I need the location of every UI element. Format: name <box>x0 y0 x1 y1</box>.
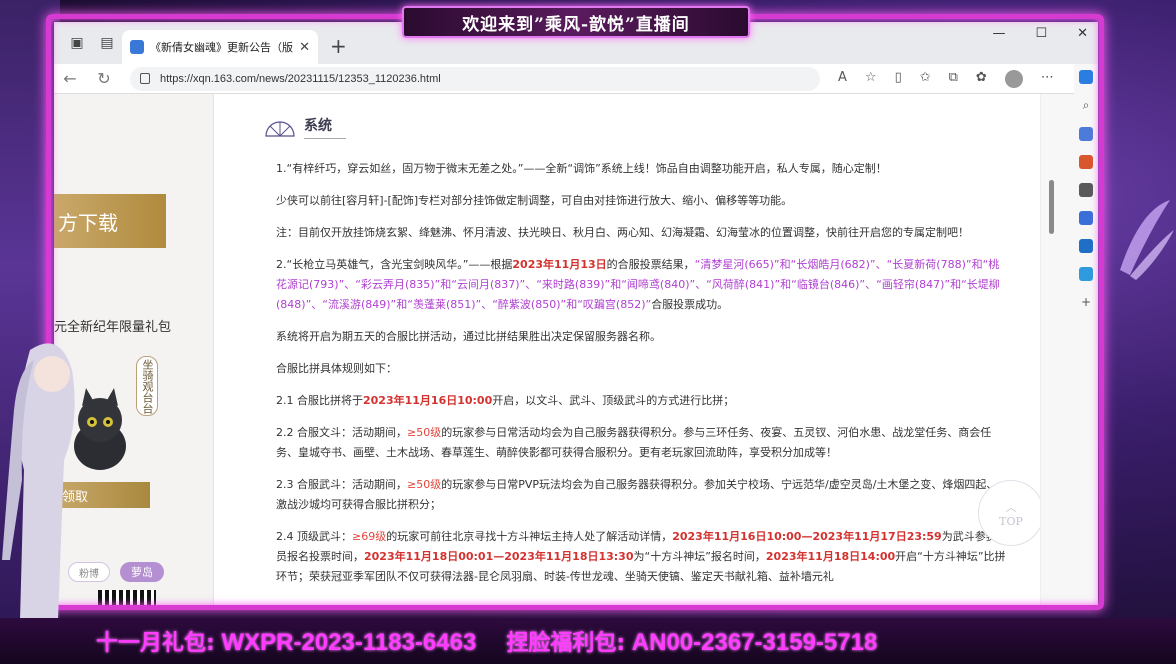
fan-icon <box>265 120 295 137</box>
favorites-icon[interactable]: ✩ <box>920 70 931 88</box>
gift-code: WXPR-2023-1183-6463 <box>221 629 477 656</box>
split-screen-icon[interactable]: ▯ <box>895 70 902 88</box>
extensions-icon[interactable]: ✿ <box>976 70 987 88</box>
favorite-star-icon[interactable]: ☆ <box>865 70 877 88</box>
section-header: 系统 <box>264 116 1008 139</box>
scrollbar[interactable] <box>1040 94 1074 606</box>
edge-sidebar: ⌕ + <box>1074 64 1098 606</box>
shopping-icon[interactable] <box>1079 127 1093 141</box>
add-icon[interactable]: + <box>1081 295 1091 309</box>
tab-active[interactable]: 《新倩女幽魂》更新公告（版本 ✕ <box>122 30 318 64</box>
gift-code-label: 十一月礼包: <box>96 631 215 656</box>
paragraph-4: 2.“长枪立马英雄气，含光宝剑映风华。”——根据2023年11月13日的合服投票… <box>276 258 1000 311</box>
m365-icon[interactable] <box>1079 211 1093 225</box>
outlook-icon[interactable] <box>1079 239 1093 253</box>
gift-code-group: 十一月礼包: WXPR-2023-1183-6463 <box>96 625 476 657</box>
qr-code <box>98 590 156 606</box>
tab-actions-icon[interactable]: ▤ <box>92 28 122 58</box>
games-icon[interactable] <box>1079 183 1093 197</box>
download-button[interactable]: 方下载 <box>54 194 166 248</box>
section-title: 系统 <box>304 116 346 139</box>
paragraph-10: 2.4 顶级武斗：≥69级的玩家可前往北京寻找十方斗神坛主持人处了解活动详情，2… <box>276 530 1008 583</box>
back-to-top-button[interactable]: ︿ TOP <box>978 480 1044 546</box>
page-content: 方下载 元全新纪年限量礼包 坐骑观台台 领取 粉博 萝岛 系统 1.“有梓纤巧，… <box>54 94 1064 606</box>
stream-bottom-bar: 十一月礼包: WXPR-2023-1183-6463 捏脸福利包: AN00-2… <box>0 618 1176 664</box>
site-favicon-icon <box>130 40 144 54</box>
url-text: https://xqn.163.com/news/20231115/12353_… <box>160 72 441 85</box>
address-bar-row: ← ↻ https://xqn.163.com/news/20231115/12… <box>54 64 1098 94</box>
collections-icon[interactable]: ⧉ <box>949 70 958 88</box>
paragraph-7: 2.1 合服比拼将于2023年11月16日10:00开启，以文斗、武斗、顶级武斗… <box>276 394 735 407</box>
new-tab-icon[interactable]: + <box>330 34 347 58</box>
refresh-icon[interactable]: ↻ <box>96 69 112 88</box>
pill-island[interactable]: 萝岛 <box>120 562 164 582</box>
window-close-icon[interactable]: ✕ <box>1077 26 1088 41</box>
face-code: AN00-2367-3159-5718 <box>631 629 878 656</box>
paragraph-9: 2.3 合服武斗：活动期间，≥50级的玩家参与日常PVP玩法均会为自己服务器获得… <box>276 478 998 511</box>
read-aloud-icon[interactable]: A <box>838 70 847 88</box>
profile-avatar[interactable] <box>1004 69 1023 88</box>
search-icon[interactable]: ⌕ <box>1083 98 1090 113</box>
maximize-icon[interactable]: ☐ <box>1035 26 1047 41</box>
toolbar-icons: A ☆ ▯ ✩ ⧉ ✿ ⋯ <box>838 69 1054 88</box>
paragraph-6: 合服比拼具体规则如下： <box>276 362 397 375</box>
tab-title: 《新倩女幽魂》更新公告（版本 <box>150 41 294 54</box>
workspaces-icon[interactable]: ▣ <box>62 28 92 58</box>
anime-character-figure <box>2 343 75 620</box>
mount-tag[interactable]: 坐骑观台台 <box>136 356 158 416</box>
browser-window: ▣ ▤ 《新倩女幽魂》更新公告（版本 ✕ + — ☐ ✕ ← ↻ https:/… <box>54 22 1098 606</box>
close-icon[interactable]: ✕ <box>299 40 310 55</box>
top-label: TOP <box>999 514 1023 528</box>
lock-icon <box>140 73 150 84</box>
scrollbar-thumb[interactable] <box>1049 180 1054 234</box>
paragraph-3: 注：目前仅开放挂饰烧玄絮、绛魅沸、怀月清波、扶光映日、秋月白、两心知、幻海凝霜、… <box>276 226 969 239</box>
face-code-label: 捏脸福利包: <box>506 631 626 656</box>
paragraph-2: 少侠可以前往[容月轩]-[配饰]专栏对部分挂饰做定制调整，可自由对挂饰进行放大、… <box>276 194 793 207</box>
back-icon[interactable]: ← <box>62 69 78 88</box>
chevron-up-icon: ︿ <box>1005 500 1017 514</box>
address-bar[interactable]: https://xqn.163.com/news/20231115/12353_… <box>130 66 820 91</box>
minimize-icon[interactable]: — <box>992 26 1005 41</box>
drop-icon[interactable] <box>1079 267 1093 281</box>
paragraph-5: 系统将开启为期五天的合服比拼活动，通过比拼结果胜出决定保留服务器名称。 <box>276 330 661 343</box>
stream-banner: 欢迎来到”乘风-歆悦”直播间 <box>402 6 750 38</box>
article-body: 系统 1.“有梓纤巧，穿云如丝，固万物于微末无差之处。”——全新“调饰”系统上线… <box>214 94 1064 606</box>
window-controls: — ☐ ✕ <box>992 26 1088 41</box>
more-menu-icon[interactable]: ⋯ <box>1041 70 1054 88</box>
paragraph-1: 1.“有梓纤巧，穿云如丝，固万物于微末无差之处。”——全新“调饰”系统上线！饰品… <box>276 162 887 175</box>
face-code-group: 捏脸福利包: AN00-2367-3159-5718 <box>506 625 877 657</box>
decorative-flower <box>1120 200 1174 280</box>
bing-icon[interactable] <box>1079 70 1093 84</box>
stream-stage: ▣ ▤ 《新倩女幽魂》更新公告（版本 ✕ + — ☐ ✕ ← ↻ https:/… <box>0 0 1176 664</box>
paragraph-8: 2.2 合服文斗：活动期间，≥50级的玩家参与日常活动均会为自己服务器获得积分。… <box>276 426 992 459</box>
tools-icon[interactable] <box>1079 155 1093 169</box>
